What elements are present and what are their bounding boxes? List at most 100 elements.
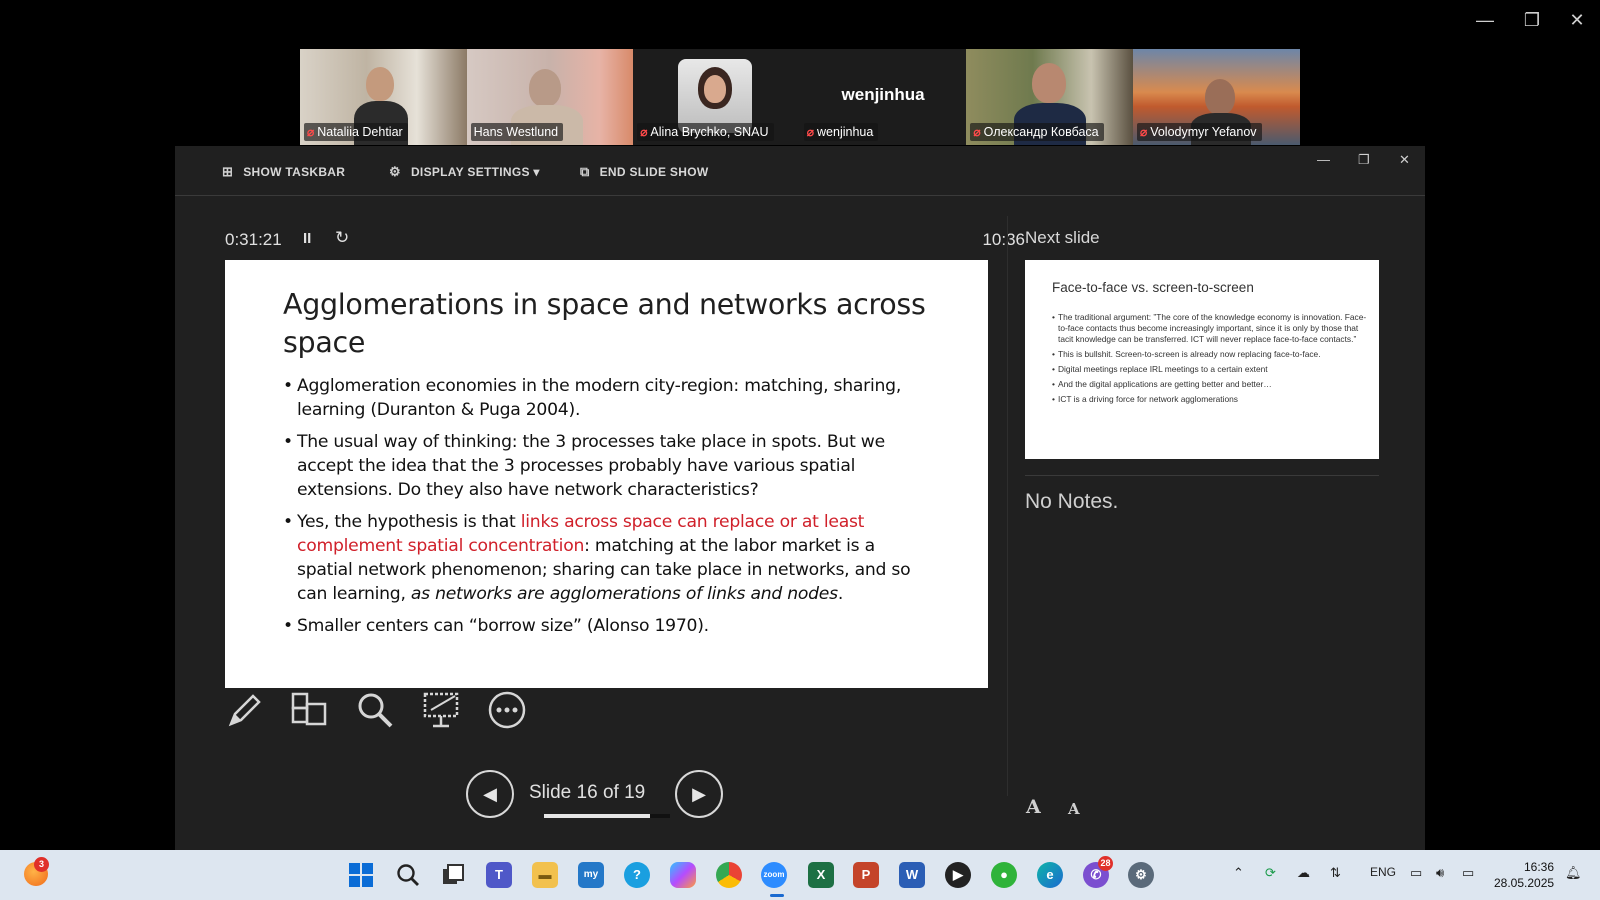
- powerpoint-icon[interactable]: P: [853, 862, 879, 888]
- taskbar-time: 16:36: [1523, 860, 1554, 874]
- language-indicator[interactable]: ENG: [1370, 865, 1396, 879]
- next-slide-bullet: ICT is a driving force for network agglo…: [1052, 394, 1368, 405]
- taskbar-date: 28.05.2025: [1494, 876, 1555, 890]
- person-head: [366, 67, 394, 101]
- zoom-restore-button[interactable]: ❐: [1520, 10, 1544, 31]
- person-face: [704, 75, 727, 103]
- copilot-icon[interactable]: [670, 862, 696, 888]
- participant-name-label: ⌀ Alina Brychko, SNAU: [637, 123, 774, 141]
- app-icon[interactable]: my: [578, 862, 604, 888]
- end-slide-show-label: END SLIDE SHOW: [599, 165, 709, 179]
- volume-icon[interactable]: 🔊︎: [1436, 865, 1444, 881]
- mic-muted-icon: ⌀: [806, 125, 815, 139]
- participant-tile[interactable]: ⌀ Nataliia Dehtiar: [300, 49, 467, 145]
- media-player-icon[interactable]: ▶: [945, 862, 971, 888]
- participant-tile-active-speaker[interactable]: Hans Westlund: [466, 49, 634, 145]
- chevron-up-icon[interactable]: ⌃: [1233, 865, 1244, 881]
- pen-icon[interactable]: [223, 690, 267, 734]
- reset-timer-button[interactable]: ↻: [335, 228, 349, 248]
- end-show-icon: ⧉: [580, 164, 590, 179]
- settings-icon[interactable]: ⚙: [1128, 862, 1154, 888]
- next-slide-bullet: The traditional argument: ”The core of t…: [1052, 312, 1368, 345]
- more-icon[interactable]: [485, 690, 529, 734]
- mic-muted-icon: ⌀: [307, 125, 315, 139]
- windows-start-icon[interactable]: [348, 862, 374, 888]
- zoom-close-button[interactable]: ✕: [1565, 10, 1589, 31]
- increase-font-button[interactable]: A: [1026, 796, 1041, 818]
- participant-name-label: ⌀ Nataliia Dehtiar: [304, 123, 408, 141]
- previous-slide-button[interactable]: ◀: [466, 770, 514, 818]
- slide-bullets: Agglomeration economies in the modern ci…: [283, 374, 933, 646]
- taskbar-clock[interactable]: 16:36 28.05.2025: [1494, 859, 1554, 891]
- zoom-minimize-button[interactable]: —: [1473, 10, 1497, 31]
- file-explorer-icon[interactable]: ▬: [532, 862, 558, 888]
- participant-tile[interactable]: ⌀ Олександр Ковбаса: [966, 49, 1133, 145]
- slide-bullet: Smaller centers can “borrow size” (Alons…: [283, 614, 933, 638]
- excel-icon[interactable]: X: [808, 862, 834, 888]
- search-icon[interactable]: [395, 862, 421, 888]
- avatar: [678, 59, 753, 133]
- word-icon[interactable]: W: [899, 862, 925, 888]
- edge-icon[interactable]: e: [1037, 862, 1063, 888]
- task-view-icon[interactable]: [440, 862, 466, 888]
- slide-bullet: Agglomeration economies in the modern ci…: [283, 374, 933, 422]
- slide-progress-bar: [544, 814, 670, 818]
- subtitles-icon[interactable]: [419, 690, 463, 734]
- display-settings-label: DISPLAY SETTINGS ▾: [410, 165, 540, 179]
- notification-bell-icon[interactable]: 🔔︎: [1565, 865, 1582, 881]
- presenter-close-button[interactable]: ✕: [1399, 152, 1410, 168]
- show-taskbar-button[interactable]: ⊞ SHOW TASKBAR: [222, 164, 345, 180]
- onedrive-icon[interactable]: ☁: [1297, 865, 1310, 881]
- participant-tile[interactable]: ⌀ Volodymyr Yefanov: [1132, 49, 1300, 145]
- slide-counter[interactable]: Slide 16 of 19: [529, 782, 645, 804]
- presenter-view-window: ⊞ SHOW TASKBAR ⚙ DISPLAY SETTINGS ▾ ⧉ EN…: [175, 146, 1425, 850]
- display-icon[interactable]: ▭: [1410, 865, 1422, 881]
- notification-badge: 28: [1098, 856, 1113, 871]
- pane-divider[interactable]: [1007, 216, 1008, 796]
- participant-name-label: ⌀ Олександр Ковбаса: [970, 123, 1104, 141]
- slide-title: Agglomerations in space and networks acr…: [283, 288, 926, 359]
- bullet-italic: as networks are agglomerations of links …: [410, 584, 838, 604]
- person-head: [528, 69, 561, 107]
- current-time: 10:36: [982, 230, 1025, 249]
- current-slide[interactable]: Agglomerations in space and networks acr…: [225, 260, 988, 688]
- next-slide-label: Next slide: [1025, 228, 1100, 247]
- network-status-icon[interactable]: ⇅: [1330, 865, 1341, 881]
- zoom-icon[interactable]: zoom: [761, 862, 787, 888]
- display-settings-button[interactable]: ⚙ DISPLAY SETTINGS ▾: [389, 164, 540, 180]
- decrease-font-button[interactable]: A: [1068, 800, 1080, 818]
- participant-display-name: wenjinhua: [841, 85, 925, 104]
- next-slide-button[interactable]: ▶: [675, 770, 723, 818]
- slide-bullet: Yes, the hypothesis is that links across…: [283, 510, 933, 606]
- mic-muted-icon: ⌀: [640, 125, 648, 139]
- pause-timer-button[interactable]: II: [303, 230, 311, 247]
- zoom-icon[interactable]: [353, 690, 397, 734]
- battery-icon[interactable]: ▭: [1462, 865, 1474, 881]
- grid-icon[interactable]: [287, 690, 331, 734]
- wechat-icon[interactable]: ●: [991, 862, 1017, 888]
- windows-taskbar: 3 T ▬ my ? zoom X P W ▶ ● e ✆ 28 ⚙ ⌃ ⟳ ☁…: [0, 850, 1600, 900]
- presenter-minimize-button[interactable]: —: [1317, 152, 1330, 167]
- end-slide-show-button[interactable]: ⧉ END SLIDE SHOW: [580, 164, 708, 180]
- speaker-notes[interactable]: No Notes.: [1025, 490, 1118, 514]
- next-slide-bullet: Digital meetings replace IRL meetings to…: [1052, 364, 1368, 375]
- person-head: [1204, 79, 1235, 115]
- mic-muted-icon: ⌀: [1139, 125, 1148, 139]
- participant-tile[interactable]: ⌀ Alina Brychko, SNAU: [633, 49, 800, 145]
- participant-tile[interactable]: wenjinhua ⌀ wenjinhua: [799, 49, 967, 145]
- help-icon[interactable]: ?: [624, 862, 650, 888]
- sync-icon[interactable]: ⟳: [1265, 865, 1276, 881]
- slide-progress-fill: [544, 814, 650, 818]
- teams-icon[interactable]: T: [486, 862, 512, 888]
- show-taskbar-label: SHOW TASKBAR: [243, 165, 346, 179]
- presenter-restore-button[interactable]: ❐: [1358, 152, 1370, 168]
- taskbar-icon: ⊞: [222, 164, 234, 179]
- chrome-icon[interactable]: [716, 862, 742, 888]
- bullet-text: Yes, the hypothesis is that: [297, 512, 521, 532]
- participant-name-label: ⌀ Volodymyr Yefanov: [1136, 123, 1262, 141]
- participant-name-label: ⌀ wenjinhua: [803, 123, 879, 141]
- next-slide-bullets: The traditional argument: ”The core of t…: [1052, 312, 1368, 409]
- next-slide-preview[interactable]: Face-to-face vs. screen-to-screen The tr…: [1025, 260, 1379, 459]
- elapsed-timer: 0:31:21: [225, 230, 282, 249]
- slide-bullet: The usual way of thinking: the 3 process…: [283, 430, 933, 502]
